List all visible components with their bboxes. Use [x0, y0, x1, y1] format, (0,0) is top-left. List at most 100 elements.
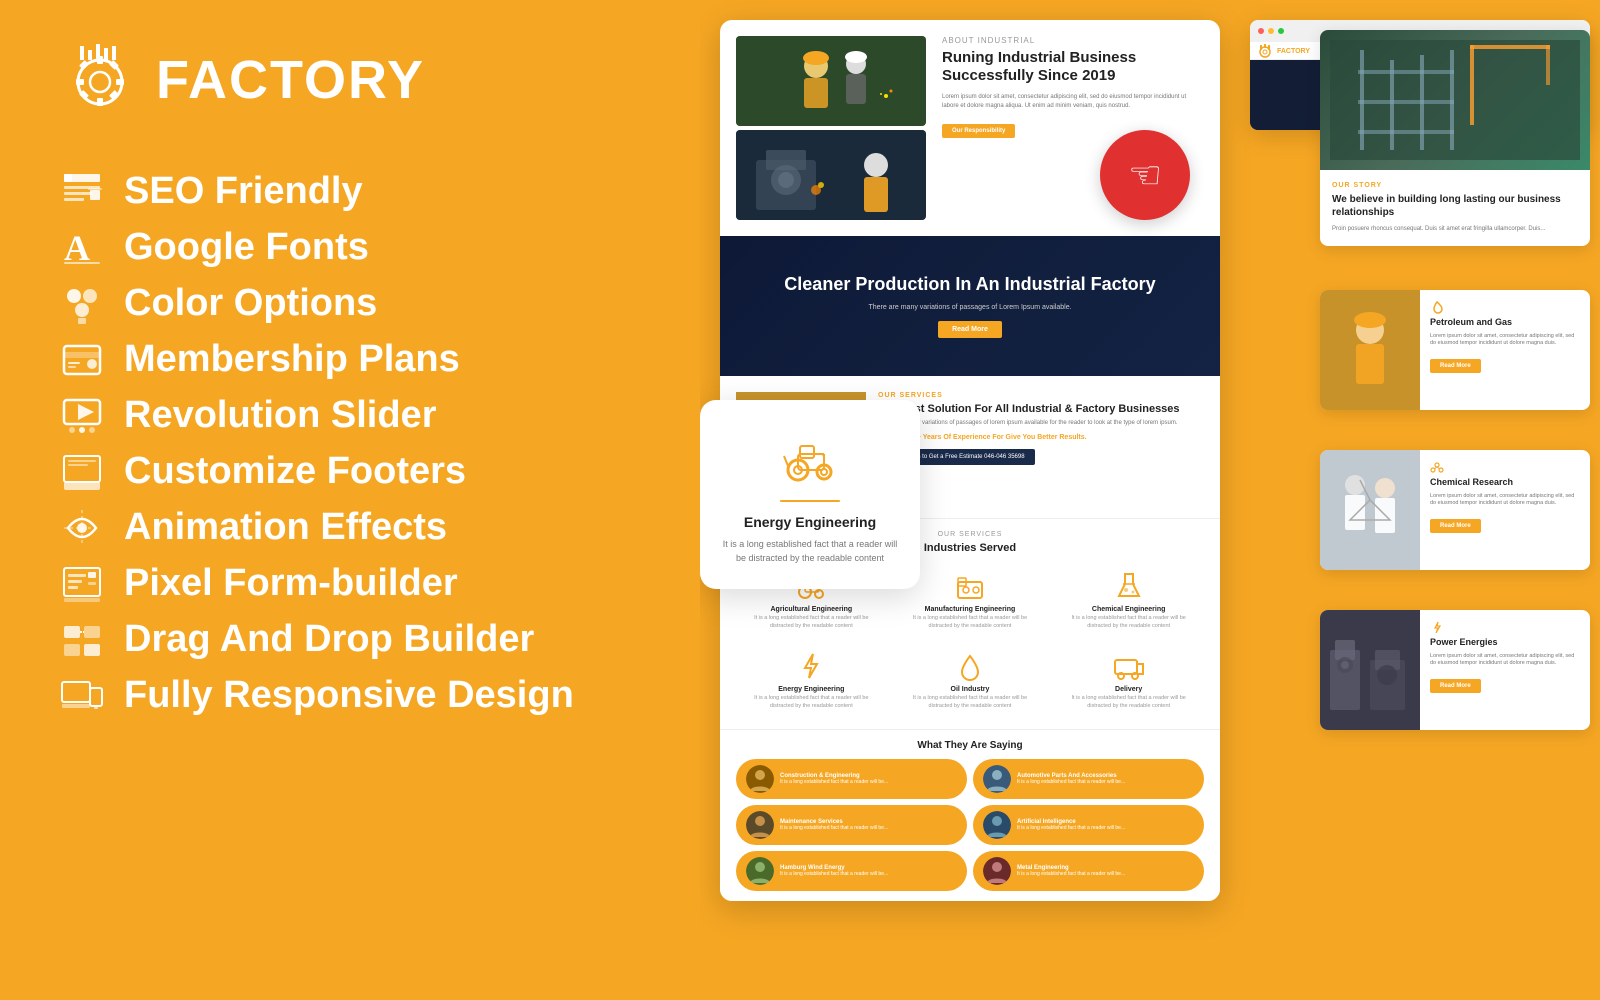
brand-icon: [60, 40, 140, 120]
testimonial-2: Automotive Parts And Accessories It is a…: [973, 759, 1204, 799]
energy-title: Energy Engineering: [720, 514, 900, 530]
manufacturing-name: Manufacturing Engineering: [925, 606, 1016, 613]
feature-membership: Membership Plans: [60, 338, 640, 382]
card-believe-content: OUR STORY We believe in building long la…: [1320, 170, 1590, 246]
about-desc: Lorem ipsum dolor sit amet, consectetur …: [942, 93, 1204, 111]
responsive-icon: [60, 674, 104, 718]
chemical-title: Chemical Research: [1430, 477, 1580, 489]
card-petroleum: Petroleum and Gas Lorem ipsum dolor sit …: [1320, 290, 1590, 410]
testimonial-content-4: Artificial Intelligence It is a long est…: [1017, 819, 1125, 831]
industry-energy: Energy Engineering It is a long establis…: [736, 644, 887, 716]
color-icon: [60, 282, 104, 326]
click-icon: ☞: [1100, 130, 1190, 220]
chemical-desc: Lorem ipsum dolor sit amet, consectetur …: [1430, 493, 1580, 508]
energy-desc: It is a long established fact that a rea…: [742, 695, 881, 710]
testimonial-1: Construction & Engineering It is a long …: [736, 759, 967, 799]
card-believe-desc: Proin posuere rhoncus consequat. Duis si…: [1332, 225, 1578, 234]
card-believe-badge: OUR STORY: [1332, 182, 1578, 189]
testimonials-section: What They Are Saying Construction & Engi…: [720, 729, 1220, 901]
card-believe: OUR STORY We believe in building long la…: [1320, 30, 1590, 246]
card-chemical: Chemical Research Lorem ipsum dolor sit …: [1320, 450, 1590, 570]
energy-icon: [795, 650, 827, 682]
dot-red: [1258, 28, 1264, 34]
chemical-image: [1320, 450, 1420, 570]
energy-divider: [780, 500, 840, 502]
slider-icon: [60, 394, 104, 438]
service-title: The Best Solution For All Industrial & F…: [878, 402, 1204, 416]
click-hand-icon: ☞: [1128, 153, 1162, 198]
testimonial-avatar-4: [983, 811, 1011, 839]
chemical-icon: [1113, 570, 1145, 602]
dot-yellow: [1268, 28, 1274, 34]
power-badge: [1430, 620, 1580, 634]
feature-pixel: Pixel Form-builder: [60, 562, 640, 606]
card-believe-image: [1320, 30, 1590, 170]
feature-fonts-label: Google Fonts: [124, 227, 369, 269]
chemical-desc: It is a long established fact that a rea…: [1059, 615, 1198, 630]
service-highlight: We Have 25+ Years Of Experience For Give…: [878, 434, 1204, 441]
card-power-inner: Power Energies Lorem ipsum dolor sit ame…: [1320, 610, 1590, 730]
petroleum-btn[interactable]: Read More: [1430, 359, 1481, 373]
drag-icon: [60, 618, 104, 662]
testimonial-content-6: Metal Engineering It is a long establish…: [1017, 865, 1125, 877]
agricultural-desc: It is a long established fact that a rea…: [742, 615, 881, 630]
petroleum-image: [1320, 290, 1420, 410]
industry-chemical: Chemical Engineering It is a long establ…: [1053, 564, 1204, 636]
power-btn[interactable]: Read More: [1430, 679, 1481, 693]
testimonial-avatar-2: [983, 765, 1011, 793]
petroleum-badge: [1430, 300, 1580, 314]
feature-slider: Revolution Slider: [60, 394, 640, 438]
feature-color: Color Options: [60, 282, 640, 326]
oil-desc: It is a long established fact that a rea…: [901, 695, 1040, 710]
animation-icon: [60, 506, 104, 550]
manufacturing-icon: [954, 570, 986, 602]
about-title: Runing Industrial Business Successfully …: [942, 49, 1204, 85]
manufacturing-desc: It is a long established fact that a rea…: [901, 615, 1040, 630]
feature-list: SEO Friendly A Google Fonts Color Optio: [60, 170, 640, 718]
feature-footers: Customize Footers: [60, 450, 640, 494]
service-label: OUR SERVICES: [878, 392, 1204, 399]
testimonial-4: Artificial Intelligence It is a long est…: [973, 805, 1204, 845]
testimonials-title: What They Are Saying: [736, 740, 1204, 751]
testimonial-avatar-5: [746, 857, 774, 885]
about-btn[interactable]: Our Responsibility: [942, 124, 1015, 138]
feature-seo-label: SEO Friendly: [124, 171, 363, 213]
testimonial-content-1: Construction & Engineering It is a long …: [780, 773, 888, 785]
petroleum-desc: Lorem ipsum dolor sit amet, consectetur …: [1430, 333, 1580, 348]
left-panel: FACTORY SEO Friendly A: [0, 0, 700, 1000]
petroleum-content: Petroleum and Gas Lorem ipsum dolor sit …: [1420, 290, 1590, 410]
about-label: ABOUT INDUSTRIAL: [942, 36, 1204, 45]
testimonial-content-5: Hamburg Wind Energy It is a long establi…: [780, 865, 888, 877]
brand: FACTORY: [60, 40, 640, 120]
power-image: [1320, 610, 1420, 730]
chemical-name: Chemical Engineering: [1092, 606, 1166, 613]
feature-slider-label: Revolution Slider: [124, 395, 436, 437]
chemical-btn[interactable]: Read More: [1430, 519, 1481, 533]
workers-image: [736, 130, 926, 220]
right-panel: ABOUT INDUSTRIAL Runing Industrial Busin…: [700, 0, 1600, 1000]
dot-green: [1278, 28, 1284, 34]
feature-footers-label: Customize Footers: [124, 451, 466, 493]
testimonial-avatar-6: [983, 857, 1011, 885]
testimonial-content-2: Automotive Parts And Accessories It is a…: [1017, 773, 1125, 785]
energy-card: Energy Engineering It is a long establis…: [700, 400, 920, 589]
testimonials-grid: Construction & Engineering It is a long …: [736, 759, 1204, 891]
service-desc: There are many variations of passages of…: [878, 419, 1204, 428]
hero-btn[interactable]: Read More: [938, 321, 1002, 338]
feature-drag-label: Drag And Drop Builder: [124, 619, 534, 661]
chemical-badge: [1430, 460, 1580, 474]
delivery-icon: [1113, 650, 1145, 682]
about-images: [736, 36, 926, 220]
power-title: Power Energies: [1430, 637, 1580, 649]
seo-icon: [60, 170, 104, 214]
card-believe-title: We believe in building long lasting our …: [1332, 193, 1578, 219]
right-side-cards: OUR STORY We believe in building long la…: [1300, 0, 1600, 1000]
power-desc: Lorem ipsum dolor sit amet, consectetur …: [1430, 653, 1580, 668]
construction-image: [736, 36, 926, 126]
industry-oil: Oil Industry It is a long established fa…: [895, 644, 1046, 716]
agricultural-name: Agricultural Engineering: [770, 606, 852, 613]
feature-seo: SEO Friendly: [60, 170, 640, 214]
testimonial-6: Metal Engineering It is a long establish…: [973, 851, 1204, 891]
pixel-icon: [60, 562, 104, 606]
card-power: Power Energies Lorem ipsum dolor sit ame…: [1320, 610, 1590, 730]
